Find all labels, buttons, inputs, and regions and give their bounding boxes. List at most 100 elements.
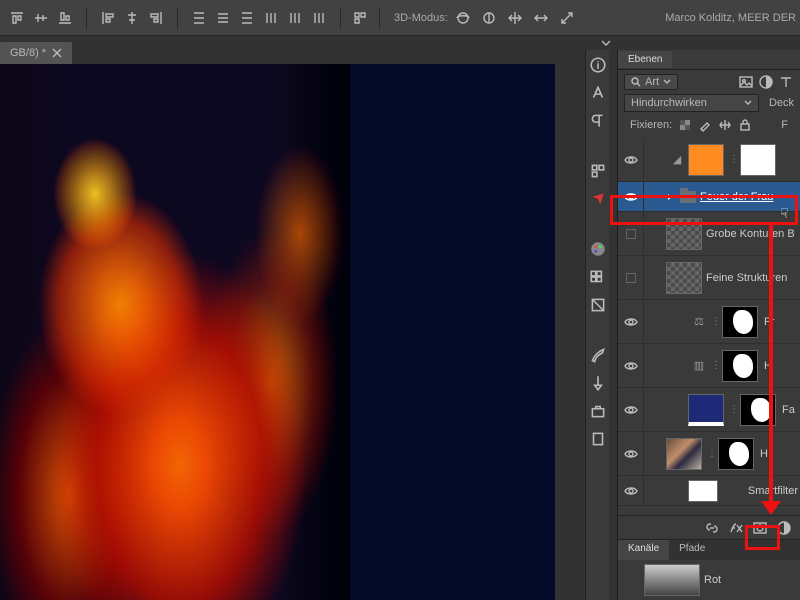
align-top-icon[interactable] xyxy=(6,7,28,29)
align-bottom-icon[interactable] xyxy=(54,7,76,29)
visibility-icon[interactable] xyxy=(624,486,638,496)
align-group-1 xyxy=(4,7,78,29)
swatches-panel-icon[interactable] xyxy=(589,268,607,286)
layers-bottom-bar xyxy=(618,515,800,539)
layer-name: Feine Strukturen xyxy=(706,272,800,284)
paths-tab[interactable]: Pfade xyxy=(669,540,715,560)
visibility-off-box[interactable] xyxy=(626,229,636,239)
close-icon[interactable] xyxy=(52,48,62,58)
layer-mask[interactable] xyxy=(722,350,758,382)
canvas-artwork xyxy=(0,64,350,600)
info-panel-icon[interactable] xyxy=(589,56,607,74)
layer-group-row[interactable]: Feuer der Frau xyxy=(618,182,800,212)
dist-left-icon[interactable] xyxy=(260,7,282,29)
dist-bottom-icon[interactable] xyxy=(236,7,258,29)
layer-name: Fa xyxy=(782,404,800,416)
dist-vcenter-icon[interactable] xyxy=(212,7,234,29)
lock-brush-icon[interactable] xyxy=(698,118,712,132)
blend-mode-select[interactable]: Hindurchwirken xyxy=(624,94,759,112)
blend-mode-label: Hindurchwirken xyxy=(631,97,707,109)
link-icon[interactable]: ⋮ xyxy=(710,360,722,371)
channel-row[interactable]: Rot xyxy=(618,560,800,600)
annotation-arrow xyxy=(769,225,773,505)
character-panel-icon[interactable] xyxy=(589,84,607,102)
visibility-off-box[interactable] xyxy=(626,273,636,283)
channel-thumb xyxy=(644,564,700,596)
color-panel-icon[interactable] xyxy=(589,240,607,258)
layer-thumb xyxy=(688,394,724,426)
navigator-panel-icon[interactable] xyxy=(589,190,607,208)
scale-icon[interactable] xyxy=(556,7,578,29)
document-title: GB/8) * xyxy=(10,47,46,59)
visibility-icon[interactable] xyxy=(624,405,638,415)
link-icon[interactable]: ⋮ xyxy=(728,404,740,415)
visibility-icon[interactable] xyxy=(624,317,638,327)
filter-adjust-icon[interactable] xyxy=(758,74,774,90)
disclosure-icon[interactable] xyxy=(666,193,674,201)
layer-mask[interactable] xyxy=(722,306,758,338)
visibility-icon[interactable] xyxy=(624,155,638,165)
layercomps-panel-icon[interactable] xyxy=(589,162,607,180)
align-vcenter-icon[interactable] xyxy=(30,7,52,29)
author-label: Marco Kolditz, MEER DER xyxy=(665,12,796,24)
slide-icon[interactable] xyxy=(530,7,552,29)
layer-name: H xyxy=(760,448,800,460)
layers-tab-row: Ebenen xyxy=(618,50,800,70)
lock-pixels-icon[interactable] xyxy=(678,118,692,132)
layer-name: Smartfilter xyxy=(722,485,800,497)
collapsed-panel-strip xyxy=(585,50,609,600)
layers-toolbar: Art Hindurchwirken Deck Fixieren: F xyxy=(618,70,800,138)
pan-icon[interactable] xyxy=(504,7,526,29)
layer-filter-select[interactable]: Art xyxy=(624,74,678,90)
link-icon[interactable]: ⋮ xyxy=(706,448,718,459)
lock-all-icon[interactable] xyxy=(738,118,752,132)
adjustment-layer-icon[interactable] xyxy=(776,520,792,536)
layer-mask[interactable] xyxy=(718,438,754,470)
mode3d-group xyxy=(452,7,578,29)
roll-icon[interactable] xyxy=(478,7,500,29)
layer-name[interactable]: Feuer der Frau xyxy=(700,191,800,203)
channel-name: Rot xyxy=(704,574,800,586)
dist-top-icon[interactable] xyxy=(188,7,210,29)
styles-panel-icon[interactable] xyxy=(589,296,607,314)
paragraph-panel-icon[interactable] xyxy=(589,112,607,130)
canvas[interactable] xyxy=(0,64,555,600)
align-right-icon[interactable] xyxy=(145,7,167,29)
distribute-group xyxy=(186,7,332,29)
layer-name: Grobe Konturen B xyxy=(706,228,800,240)
filter-image-icon[interactable] xyxy=(738,74,754,90)
link-layers-icon[interactable] xyxy=(704,520,720,536)
visibility-icon[interactable] xyxy=(624,192,638,202)
fx-icon[interactable] xyxy=(728,520,744,536)
layer-thumb xyxy=(666,262,702,294)
panel-collapse-icon[interactable] xyxy=(598,38,618,48)
visibility-icon[interactable] xyxy=(624,361,638,371)
visibility-icon[interactable] xyxy=(624,449,638,459)
tool-presets-icon[interactable] xyxy=(589,430,607,448)
layer-thumb xyxy=(688,144,724,176)
dist-right-icon[interactable] xyxy=(308,7,330,29)
options-bar: 3D-Modus: Marco Kolditz, MEER DER xyxy=(0,0,800,36)
auto-align-icon[interactable] xyxy=(349,7,371,29)
channels-tab[interactable]: Kanäle xyxy=(618,540,669,560)
layer-mask[interactable] xyxy=(740,144,776,176)
align-hcenter-icon[interactable] xyxy=(121,7,143,29)
brush-panel-icon[interactable] xyxy=(589,346,607,364)
align-left-icon[interactable] xyxy=(97,7,119,29)
layers-tab[interactable]: Ebenen xyxy=(618,51,672,68)
document-tab[interactable]: GB/8) * xyxy=(0,42,72,64)
clonesource-panel-icon[interactable] xyxy=(589,402,607,420)
link-icon[interactable]: ⋮ xyxy=(728,154,740,165)
folder-icon xyxy=(680,191,696,203)
opacity-label: Deck xyxy=(769,97,794,109)
dist-hcenter-icon[interactable] xyxy=(284,7,306,29)
orbit-icon[interactable] xyxy=(452,7,474,29)
link-icon[interactable]: ⋮ xyxy=(710,316,722,327)
layer-row[interactable]: ◢ ⋮ xyxy=(618,138,800,182)
brushpresets-panel-icon[interactable] xyxy=(589,374,607,392)
filter-type-icon[interactable] xyxy=(778,74,794,90)
histogram-icon: ▥ xyxy=(688,359,710,372)
add-mask-icon[interactable] xyxy=(752,520,768,536)
fill-label: F xyxy=(781,119,788,131)
lock-position-icon[interactable] xyxy=(718,118,732,132)
